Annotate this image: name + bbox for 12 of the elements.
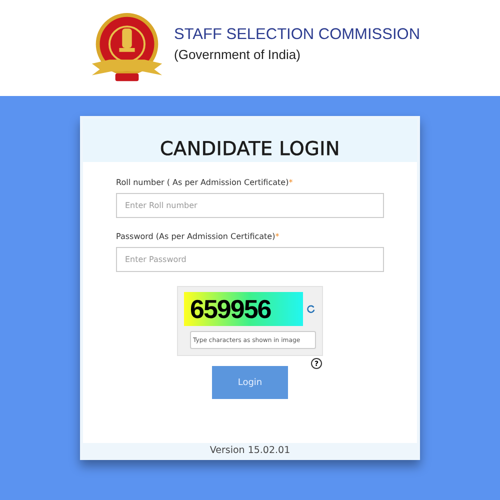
captcha-image: 659956 [184, 292, 304, 326]
input-field[interactable]: Enter Roll number [116, 193, 384, 218]
refresh-icon[interactable] [306, 304, 316, 314]
organization-title: STAFF SELECTION COMMISSION [174, 26, 420, 44]
field-label: Password (As per Admission Certificate) [116, 232, 276, 241]
version-text: Version 15.02.01 [210, 444, 290, 456]
field-label: Roll number ( As per Admission Certificate) [116, 178, 289, 187]
input-field[interactable]: Enter Password [116, 247, 384, 272]
required-mark: * [275, 232, 280, 241]
login-title: CANDIDATE LOGIN [160, 138, 340, 160]
organization-subtitle: (Government of India) [174, 47, 302, 62]
required-mark: * [288, 178, 293, 187]
